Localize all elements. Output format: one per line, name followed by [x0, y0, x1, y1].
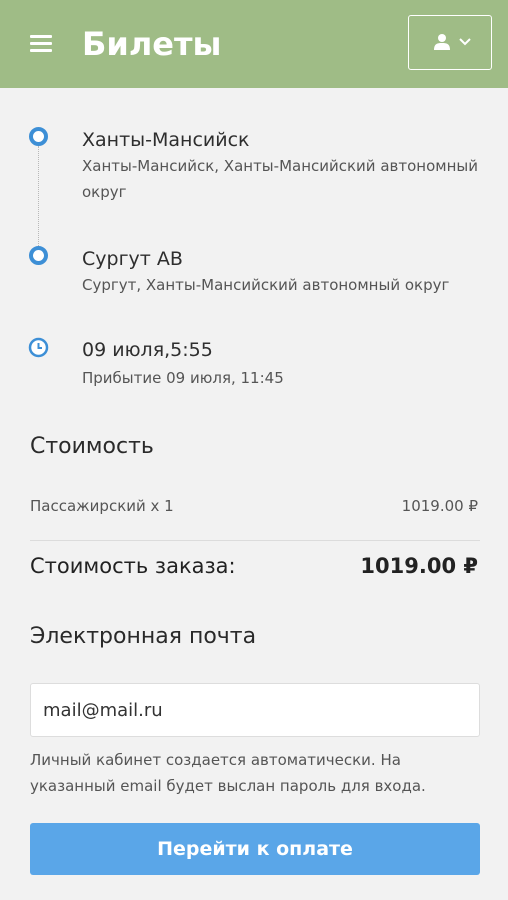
menu-icon[interactable] [30, 35, 52, 53]
departure-station-name: Ханты-Мансийск [82, 129, 250, 151]
passenger-price-label: Пассажирский x 1 [30, 497, 174, 515]
order-total-label: Стоимость заказа: [30, 554, 236, 578]
arrival-time: Прибытие 09 июля, 11:45 [82, 369, 284, 387]
arrival-stop-icon [29, 246, 48, 265]
passenger-price-value: 1019.00 ₽ [401, 497, 478, 515]
cost-section-title: Стоимость [30, 434, 154, 459]
app-header: Билеты [0, 0, 508, 88]
user-icon [434, 34, 450, 50]
arrival-station-address: Сургут, Ханты-Мансийский автономный окру… [82, 276, 450, 294]
chevron-down-icon [459, 38, 471, 46]
page-title: Билеты [82, 25, 222, 63]
departure-station-address: Ханты-Мансийск, Ханты-Мансийский автоном… [82, 157, 478, 201]
departure-stop-icon [29, 127, 48, 146]
email-section-title: Электронная почта [30, 624, 257, 649]
proceed-to-payment-button[interactable]: Перейти к оплате [30, 823, 480, 875]
user-menu-button[interactable] [408, 15, 492, 70]
divider [30, 540, 480, 541]
email-field[interactable] [30, 683, 480, 737]
arrival-station-name: Сургут АВ [82, 248, 183, 270]
route-line [38, 146, 39, 254]
email-hint: Личный кабинет создается автоматически. … [30, 751, 426, 795]
departure-time: 09 июля,5:55 [82, 339, 213, 361]
clock-icon [28, 337, 49, 358]
order-total-value: 1019.00 ₽ [360, 554, 478, 578]
